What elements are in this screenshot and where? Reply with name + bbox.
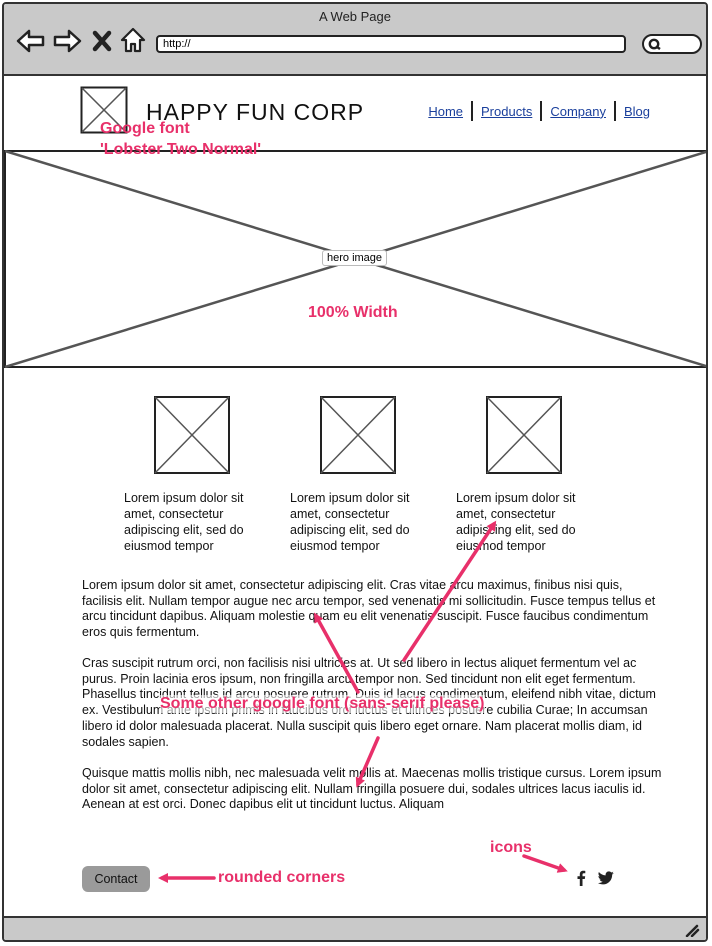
- browser-toolbar: A Web Page http://: [4, 4, 706, 76]
- facebook-icon[interactable]: [576, 870, 586, 886]
- feature-image-3: [486, 396, 562, 474]
- search-icon: [648, 38, 661, 51]
- feature-image-1: [154, 396, 230, 474]
- nav-link-company[interactable]: Company: [550, 104, 606, 119]
- back-icon[interactable]: [16, 28, 46, 54]
- arrow-to-social-icons: [522, 854, 568, 873]
- resize-grip-icon[interactable]: [684, 923, 700, 937]
- main-nav: Home Products Company Blog: [428, 101, 650, 121]
- body-paragraph-3: Quisque mattis mollis nibh, nec malesuad…: [82, 766, 662, 812]
- nav-link-blog[interactable]: Blog: [624, 104, 650, 119]
- forward-icon[interactable]: [52, 28, 82, 54]
- nav-separator: [471, 101, 474, 121]
- window-title: A Web Page: [318, 9, 392, 24]
- nav-link-home[interactable]: Home: [428, 104, 463, 119]
- hero-image-label: hero image: [322, 250, 388, 266]
- browser-window: A Web Page http:// HAPPY FUN CORP Home P…: [2, 2, 708, 942]
- home-icon[interactable]: [120, 27, 146, 53]
- body-paragraph-1: Lorem ipsum dolor sit amet, consectetur …: [82, 578, 656, 640]
- twitter-icon[interactable]: [598, 871, 614, 885]
- feature-text-2: Lorem ipsum dolor sit amet, consectetur …: [290, 491, 410, 553]
- contact-button[interactable]: Contact: [82, 866, 150, 892]
- font-annotation-line2: 'Lobster Two Normal': [100, 141, 262, 158]
- feature-image-2: [320, 396, 396, 474]
- icons-annotation: icons: [490, 839, 532, 856]
- address-bar[interactable]: http://: [156, 35, 626, 53]
- sans-serif-annotation: Some other google font (sans-serif pleas…: [160, 695, 485, 713]
- address-text: http://: [163, 38, 191, 50]
- nav-separator: [540, 101, 543, 121]
- rounded-corners-annotation: rounded corners: [218, 869, 346, 886]
- font-annotation-line1: Google font: [100, 120, 190, 137]
- nav-separator: [613, 101, 616, 121]
- width-annotation: 100% Width: [308, 304, 398, 321]
- browser-search-field[interactable]: [642, 34, 702, 54]
- stop-icon[interactable]: [92, 30, 112, 52]
- browser-status-bar: [4, 916, 706, 940]
- nav-link-products[interactable]: Products: [481, 104, 532, 119]
- feature-text-1: Lorem ipsum dolor sit amet, consectetur …: [124, 491, 244, 553]
- feature-text-3: Lorem ipsum dolor sit amet, consectetur …: [456, 491, 576, 553]
